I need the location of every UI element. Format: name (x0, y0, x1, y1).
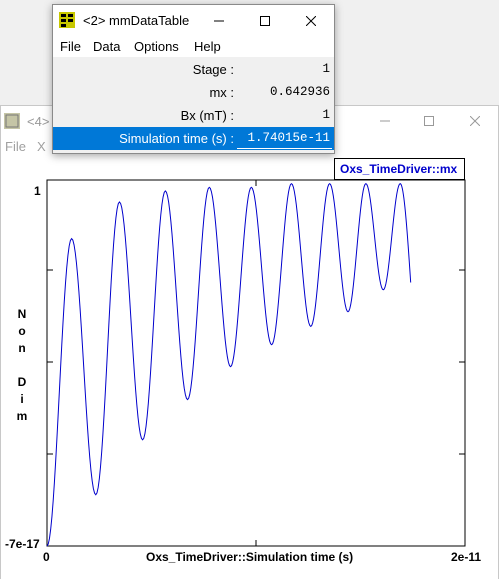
table-row[interactable]: mx : 0.642936 (53, 81, 334, 104)
y-min-label: -7e-17 (5, 537, 40, 551)
minimize-icon (214, 20, 224, 21)
y-axis-label-char: m (16, 409, 28, 423)
minimize-button[interactable] (362, 106, 408, 136)
x-axis-label: Oxs_TimeDriver::Simulation time (s) (146, 550, 354, 564)
close-icon (470, 116, 480, 126)
y-axis-label-char: n (18, 341, 26, 355)
y-max-label: 1 (34, 184, 41, 198)
minimize-icon (380, 120, 390, 122)
menu-help[interactable]: Help (194, 39, 221, 54)
close-button[interactable] (452, 106, 498, 136)
x-max-label: 2e-11 (451, 550, 482, 564)
chart-title: Oxs_TimeDriver::mx (340, 162, 458, 176)
graph-menu-x[interactable]: X (37, 139, 46, 154)
y-axis-label-char (16, 357, 28, 374)
app-icon (4, 113, 20, 129)
plot-frame (46, 179, 466, 547)
graph-canvas[interactable]: Oxs_TimeDriver::mx 1 -7e-17 0 2e-11 Oxs_… (1, 158, 498, 579)
maximize-button[interactable] (242, 5, 288, 36)
x-min-label: 0 (43, 550, 50, 564)
row-label: mx : (209, 85, 234, 100)
plot-svg (46, 179, 466, 547)
datatable-titlebar[interactable]: <2> mmDataTable (53, 5, 334, 36)
chart-title-box: Oxs_TimeDriver::mx (334, 158, 465, 180)
table-row[interactable]: Stage : 1 (53, 58, 334, 81)
row-value: 1.74015e-11 (247, 131, 330, 145)
app-icon (59, 12, 75, 28)
menu-file[interactable]: File (60, 39, 81, 54)
y-axis-label-char: N (17, 307, 27, 321)
graph-window-title: <4> (27, 114, 50, 129)
y-axis-label-char: o (18, 324, 26, 338)
minimize-button[interactable] (196, 5, 242, 36)
datatable-window-title: <2> mmDataTable (83, 13, 190, 28)
row-label: Bx (mT) : (180, 108, 234, 123)
graph-window: <4> File X Oxs_TimeDriver::mx 1 -7e-17 0… (0, 105, 499, 579)
graph-menu-file[interactable]: File (5, 139, 26, 154)
mx-series-line (46, 182, 412, 547)
menu-data[interactable]: Data (93, 39, 120, 54)
row-label: Stage : (192, 62, 234, 77)
row-value: 0.642936 (269, 85, 330, 99)
y-axis-label-char: i (20, 392, 24, 406)
datatable-menubar: File Data Options Help (53, 36, 334, 57)
table-row[interactable]: Bx (mT) : 1 (53, 104, 334, 127)
y-axis-label: Non Dim (16, 306, 28, 425)
maximize-icon (424, 116, 434, 126)
y-axis-label-char: D (17, 375, 27, 389)
close-button[interactable] (288, 5, 334, 36)
datatable-window: <2> mmDataTable File Data Options Help S… (52, 4, 335, 154)
row-value: 1 (322, 62, 330, 76)
menu-options[interactable]: Options (134, 39, 179, 54)
row-value: 1 (322, 108, 330, 122)
row-label: Simulation time (s) : (119, 131, 234, 146)
maximize-icon (260, 15, 270, 26)
table-row-selected[interactable]: Simulation time (s) : 1.74015e-11 (53, 127, 334, 150)
close-icon (306, 15, 316, 26)
maximize-button[interactable] (406, 106, 452, 136)
